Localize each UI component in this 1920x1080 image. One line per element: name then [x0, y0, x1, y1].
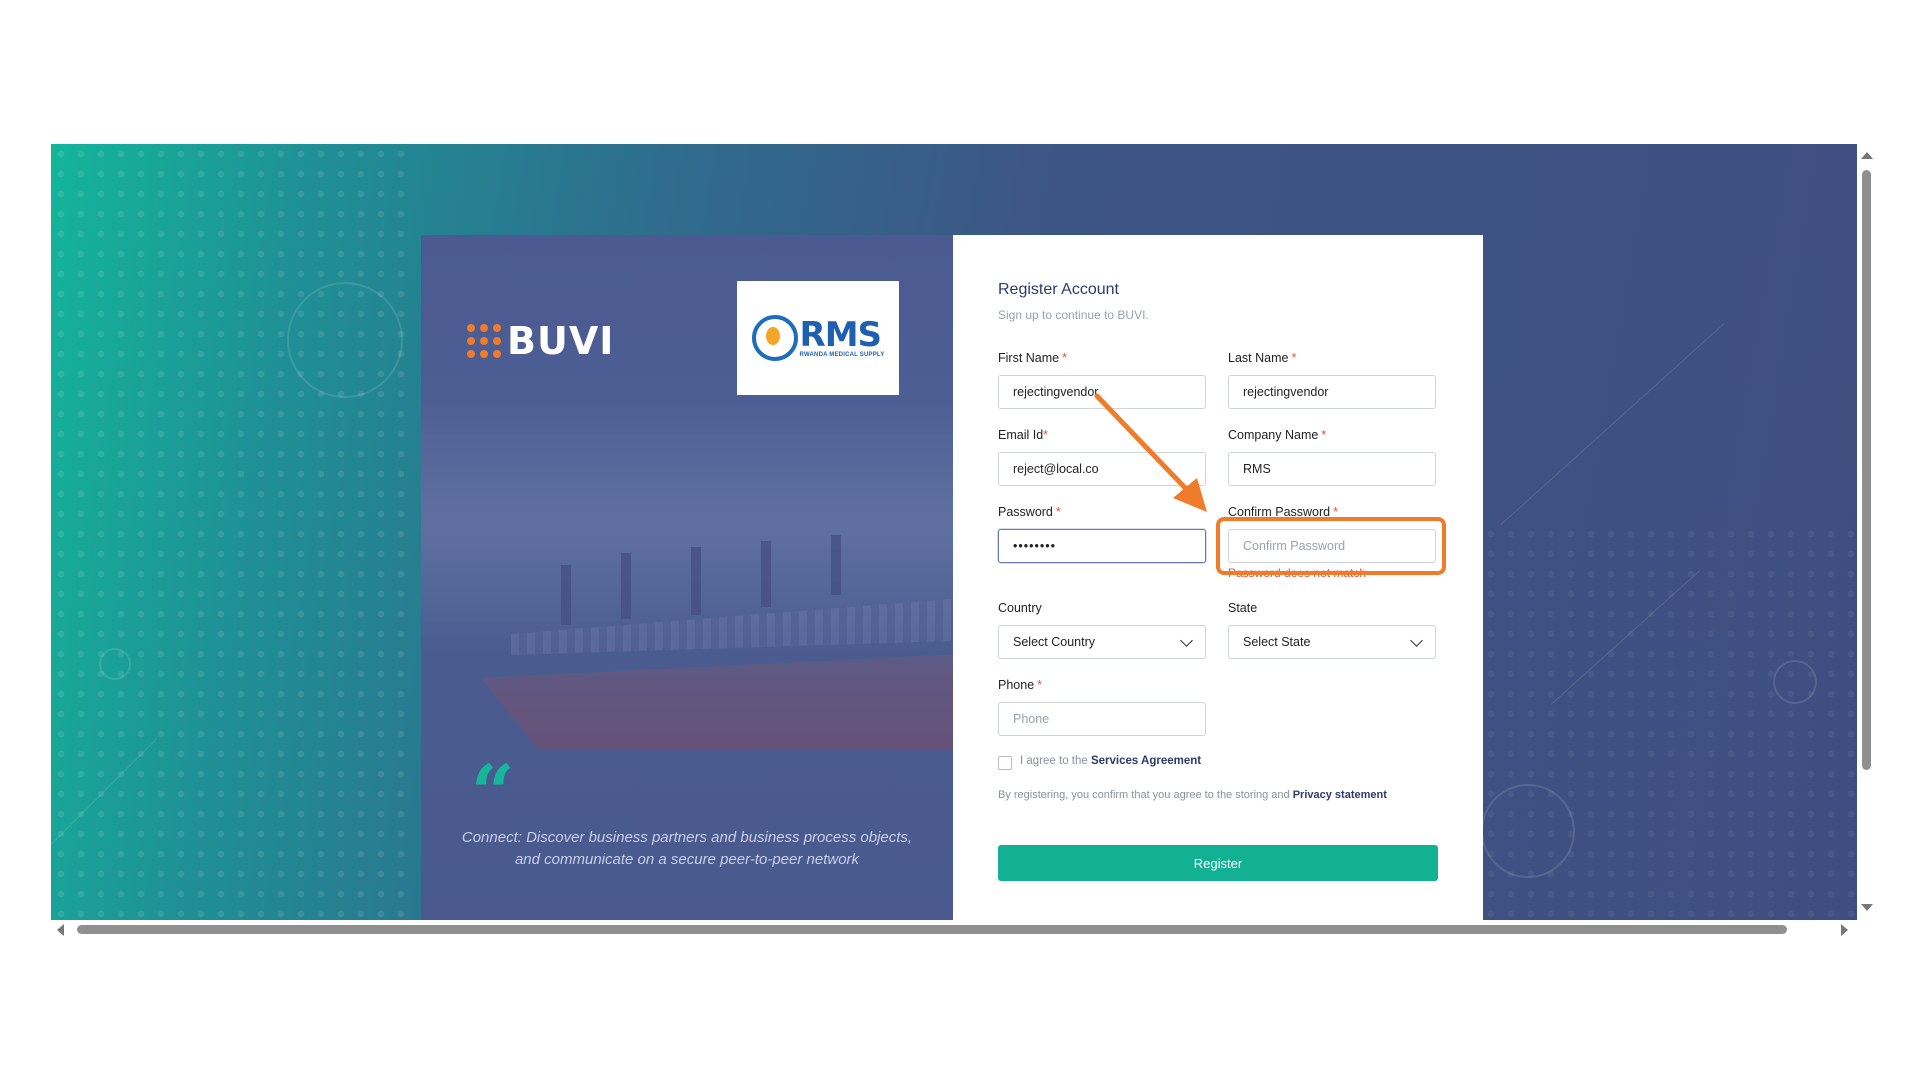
- country-select-value: Select Country: [1013, 635, 1095, 649]
- scroll-left-arrow-icon[interactable]: [57, 924, 64, 936]
- agree-text: I agree to the Services Agreement: [1020, 755, 1202, 767]
- horizontal-scrollbar[interactable]: [51, 920, 1859, 940]
- rms-logo: RMS RWANDA MEDICAL SUPPLY: [737, 281, 899, 395]
- last-name-label: Last Name *: [1228, 351, 1297, 365]
- quote-icon: “: [471, 748, 515, 837]
- form-title: Register Account: [998, 281, 1119, 298]
- ship-mast: [831, 535, 841, 595]
- rms-logo-subtitle: RWANDA MEDICAL SUPPLY: [799, 352, 885, 358]
- last-name-input[interactable]: rejectingvendor: [1228, 375, 1436, 409]
- rms-globe-icon: [751, 315, 798, 361]
- buvi-logo-text: BUVI: [507, 319, 615, 363]
- ship-mast: [561, 565, 571, 625]
- state-select-value: Select State: [1243, 635, 1311, 649]
- scroll-down-arrow-icon[interactable]: [1861, 904, 1873, 911]
- register-button[interactable]: Register: [998, 845, 1438, 881]
- buvi-logo: BUVI: [467, 319, 614, 363]
- quote-text: Connect: Discover business partners and …: [461, 829, 913, 868]
- company-name-label: Company Name *: [1228, 428, 1327, 442]
- company-name-input[interactable]: RMS: [1228, 452, 1436, 486]
- decor-line: [1500, 323, 1725, 525]
- password-label: Password *: [998, 505, 1061, 519]
- annotation-arrow-icon: [1094, 393, 1207, 512]
- phone-label: Phone *: [998, 678, 1043, 692]
- decor-ring: [1773, 660, 1817, 704]
- services-agreement-link[interactable]: Services Agreement: [1091, 755, 1201, 767]
- ship-mast: [621, 553, 631, 619]
- page-background: BUVI RMS RWANDA MEDICAL SUPPLY “ Connect…: [51, 144, 1857, 920]
- decor-ring: [1481, 784, 1575, 878]
- vertical-scroll-thumb[interactable]: [1862, 170, 1871, 770]
- decor-ring: [287, 282, 403, 398]
- ship-mast: [761, 541, 771, 607]
- scroll-up-arrow-icon[interactable]: [1861, 152, 1873, 159]
- annotation-highlight-box: [1216, 517, 1446, 575]
- country-label: Country: [998, 601, 1042, 615]
- state-label: State: [1228, 601, 1258, 615]
- register-card: BUVI RMS RWANDA MEDICAL SUPPLY “ Connect…: [421, 235, 1483, 920]
- buvi-mark-icon: [467, 324, 501, 358]
- phone-input[interactable]: Phone: [998, 702, 1206, 736]
- email-label: Email Id*: [998, 428, 1049, 442]
- privacy-statement-link[interactable]: Privacy statement: [1293, 789, 1387, 801]
- rms-logo-text: RMS: [799, 315, 883, 355]
- decor-ring: [99, 648, 131, 680]
- first-name-label: First Name *: [998, 351, 1067, 365]
- vertical-scrollbar[interactable]: [1857, 144, 1875, 924]
- country-select[interactable]: Select Country: [998, 625, 1206, 659]
- chevron-down-icon: [1410, 633, 1423, 647]
- brand-panel: BUVI RMS RWANDA MEDICAL SUPPLY “ Connect…: [421, 235, 953, 920]
- scroll-right-arrow-icon[interactable]: [1841, 924, 1848, 936]
- password-input[interactable]: ••••••••: [998, 529, 1206, 563]
- form-subtitle: Sign up to continue to BUVI.: [998, 308, 1149, 322]
- chevron-down-icon: [1180, 633, 1193, 647]
- browser-viewport: BUVI RMS RWANDA MEDICAL SUPPLY “ Connect…: [51, 144, 1867, 942]
- dot-pattern-left: [51, 144, 411, 920]
- ship-mast: [691, 547, 701, 615]
- consent-text: By registering, you confirm that you agr…: [998, 789, 1387, 801]
- agree-checkbox[interactable]: [998, 756, 1012, 770]
- horizontal-scroll-thumb[interactable]: [77, 925, 1787, 934]
- register-form: Register Account Sign up to continue to …: [953, 235, 1483, 920]
- state-select[interactable]: Select State: [1228, 625, 1436, 659]
